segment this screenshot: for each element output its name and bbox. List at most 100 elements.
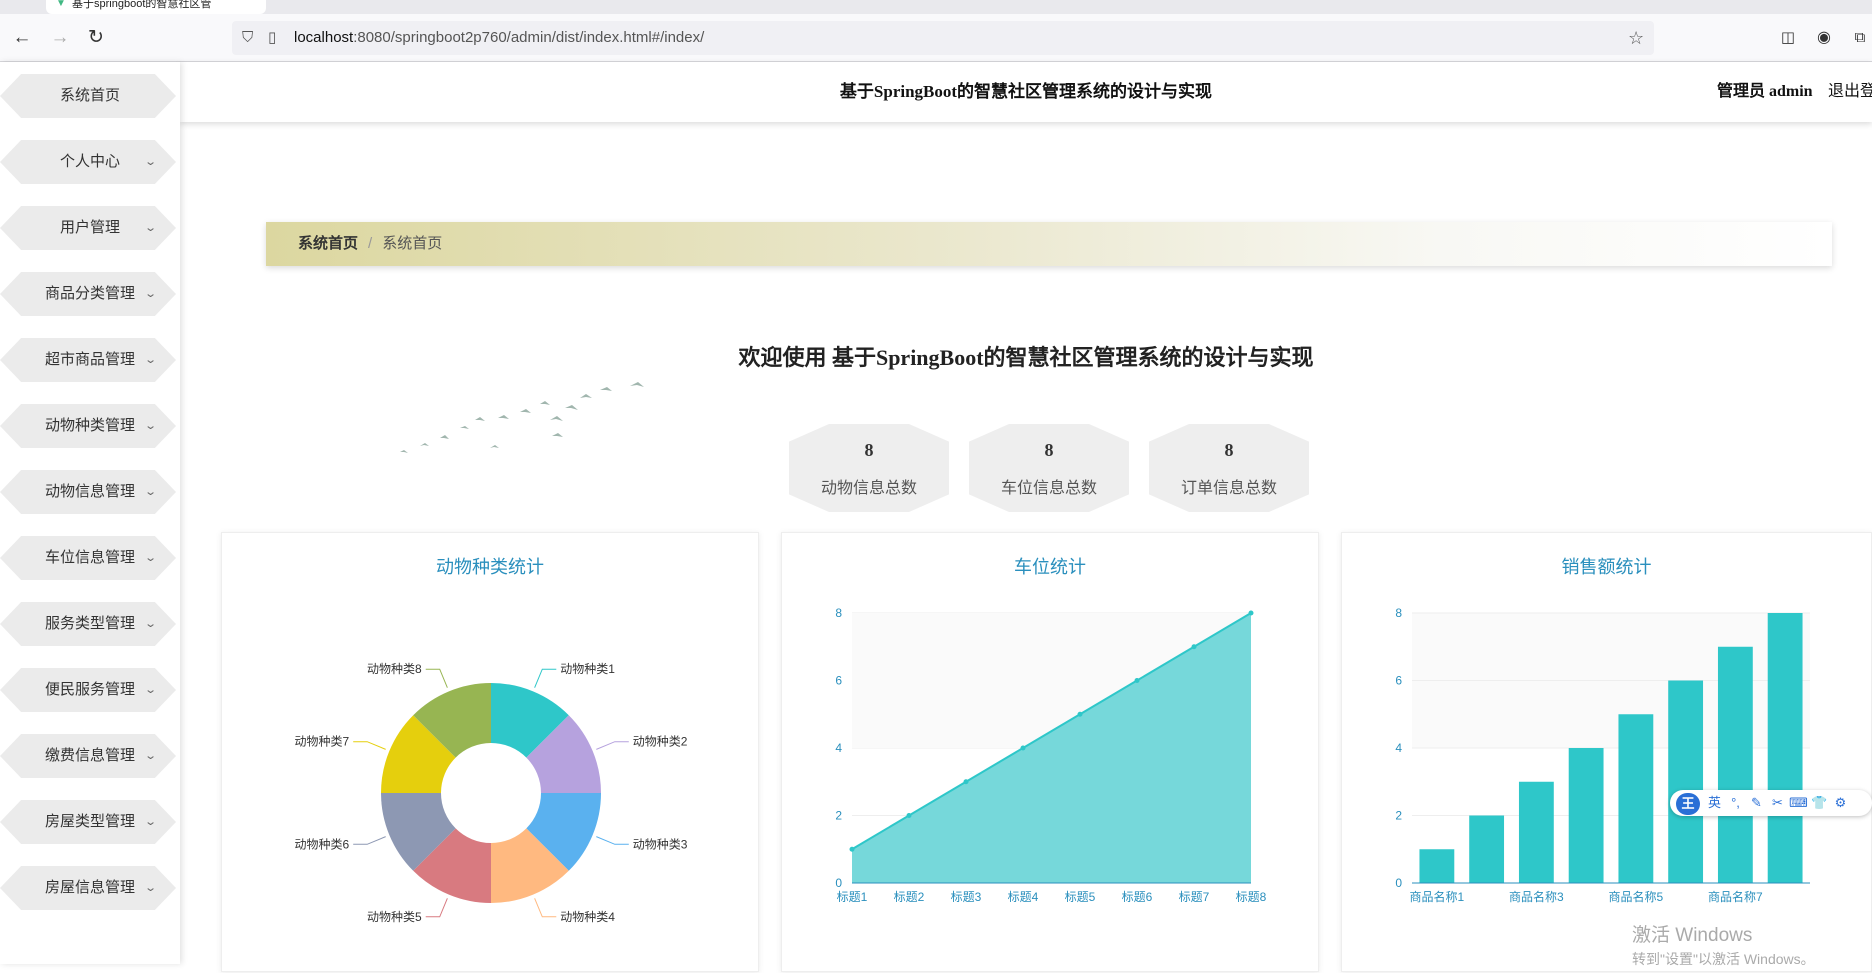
sidebar-item[interactable]: 动物信息管理 ⌄ xyxy=(0,464,180,520)
data-point xyxy=(1077,711,1083,717)
pie-label-line xyxy=(425,898,448,918)
chevron-down-icon[interactable]: ⌄ xyxy=(144,860,157,916)
chevron-down-icon[interactable]: ⌄ xyxy=(144,596,157,652)
shield-icon[interactable]: ⛉ xyxy=(242,21,253,55)
y-tick-label: 8 xyxy=(835,606,842,620)
data-point xyxy=(1191,644,1197,650)
y-tick-label: 0 xyxy=(1395,876,1402,890)
sales-bar-chart: 0 2 4 6 8 商品名称1 商品名称3 商品名称5 商品名称7 xyxy=(1395,606,1810,904)
pie-label-line xyxy=(596,741,629,750)
sidebar-item[interactable]: 服务类型管理 ⌄ xyxy=(0,596,180,652)
ime-toolbar[interactable]: 王英 °, ✎ ✂ ⌨ 👕 ⚙ xyxy=(1670,790,1872,816)
sidebar-item[interactable]: 超市商品管理 ⌄ xyxy=(0,332,180,388)
settings-gear-icon[interactable]: ⚙ xyxy=(1830,790,1851,816)
windows-activation-watermark: 激活 Windows 转到"设置"以激活 Windows。 xyxy=(1632,920,1815,969)
y-tick-label: 4 xyxy=(1395,741,1402,755)
y-tick-label: 0 xyxy=(835,876,842,890)
chevron-down-icon[interactable]: ⌄ xyxy=(144,398,157,454)
stat-label: 订单信息总数 xyxy=(1180,480,1277,497)
sidebar-item[interactable]: 动物种类管理 ⌄ xyxy=(0,398,180,454)
sidebar-item[interactable]: 便民服务管理 ⌄ xyxy=(0,662,180,718)
bar xyxy=(1668,680,1704,883)
account-icon[interactable]: ◉ xyxy=(1810,24,1838,52)
pie-label: 动物种类8 xyxy=(367,662,422,676)
scissors-icon[interactable]: ✂ xyxy=(1767,790,1788,816)
x-tick-label: 标题8 xyxy=(1236,890,1267,904)
welcome-text: 欢迎使用 基于SpringBoot的智慧社区管理系统的设计与实现 xyxy=(738,345,1314,370)
skin-icon[interactable]: 👕 xyxy=(1809,790,1830,816)
x-tick-label: 标题1 xyxy=(837,890,868,904)
sales-chart-card: 0 2 4 6 8 商品名称1 商品名称3 商品名称5 商品名称7 销售额统计 xyxy=(1341,532,1872,972)
pie-label: 动物种类5 xyxy=(367,910,422,924)
pie-label: 动物种类3 xyxy=(633,837,688,851)
parking-area-chart: 0 2 4 6 8 标题1 标题2 标题3 标题4 标题5 标题6 标题7 标题8 xyxy=(835,606,1267,904)
sidebar-item[interactable]: 房屋类型管理 ⌄ xyxy=(0,794,180,850)
stat-hexagon xyxy=(1149,424,1309,512)
star-icon[interactable]: ☆ xyxy=(1628,21,1644,55)
bar xyxy=(1419,849,1455,883)
chevron-down-icon[interactable]: ⌄ xyxy=(144,728,157,784)
chevron-down-icon[interactable]: ⌄ xyxy=(144,266,157,322)
reload-icon[interactable]: ↻ xyxy=(82,24,110,52)
x-tick-label: 商品名称3 xyxy=(1509,889,1564,904)
bar xyxy=(1767,613,1803,883)
ime-language-toggle[interactable]: 英 xyxy=(1704,790,1725,816)
y-tick-label: 2 xyxy=(1395,809,1402,823)
animal-type-donut-chart: 动物种类1 动物种类2 动物种类3 动物种类4 动物种类5 动物种类6 动物种类7 动物种类8 xyxy=(295,662,688,924)
sidebar-item[interactable]: 系统首页 xyxy=(0,68,180,124)
extensions-icon[interactable]: ⧉ xyxy=(1846,24,1872,52)
watermark-line1: 激活 Windows xyxy=(1632,925,1753,946)
sidebar-item[interactable]: 用户管理 ⌄ xyxy=(0,200,180,256)
sidebar-item-label: 系统首页 xyxy=(59,87,120,104)
keyboard-icon[interactable]: ⌨ xyxy=(1788,790,1809,816)
vue-favicon-icon: ▼ xyxy=(56,0,66,9)
chevron-down-icon[interactable]: ⌄ xyxy=(144,134,157,190)
chevron-down-icon[interactable]: ⌄ xyxy=(144,530,157,586)
system-title: 基于SpringBoot的智慧社区管理系统的设计与实现 xyxy=(839,82,1213,101)
parking-chart-card: 0 2 4 6 8 标题1 标题2 标题3 标题4 标题5 标题6 标题7 标题8 车位统计 xyxy=(781,532,1319,972)
browser-tab[interactable]: ▼ 基于springboot的智慧社区管 xyxy=(46,0,266,14)
tab-strip: ▼ 基于springboot的智慧社区管 xyxy=(0,0,1872,14)
chart-title: 动物种类统计 xyxy=(436,557,544,577)
chevron-down-icon[interactable]: ⌄ xyxy=(144,332,157,388)
chart-title: 车位统计 xyxy=(1014,557,1086,577)
chevron-down-icon[interactable]: ⌄ xyxy=(144,464,157,520)
tab-title: 基于springboot的智慧社区管 xyxy=(72,0,212,10)
y-tick-label: 2 xyxy=(835,809,842,823)
birds-decoration xyxy=(400,382,644,453)
stat-label: 车位信息总数 xyxy=(1000,480,1097,497)
sidebar-item[interactable]: 缴费信息管理 ⌄ xyxy=(0,728,180,784)
logout-button[interactable]: 退出登录 xyxy=(1828,62,1872,122)
chevron-down-icon[interactable]: ⌄ xyxy=(144,200,157,256)
pie-label-line xyxy=(534,898,557,918)
sidebar-item[interactable]: 商品分类管理 ⌄ xyxy=(0,266,180,322)
x-tick-label: 标题6 xyxy=(1122,890,1153,904)
forward-icon[interactable]: → xyxy=(46,24,74,52)
stat-animal-count: 8 动物信息总数 xyxy=(789,424,949,512)
sidebar-item[interactable]: 个人中心 ⌄ xyxy=(0,134,180,190)
chevron-down-icon[interactable]: ⌄ xyxy=(144,794,157,850)
ime-logo-icon[interactable]: 王 xyxy=(1676,792,1700,815)
watermark-line2: 转到"设置"以激活 Windows。 xyxy=(1632,951,1815,967)
bar xyxy=(1717,646,1753,883)
bar xyxy=(1618,714,1654,883)
bar xyxy=(1469,815,1505,883)
punctuation-icon[interactable]: °, xyxy=(1725,790,1746,816)
pen-icon[interactable]: ✎ xyxy=(1746,790,1767,816)
url-text[interactable]: localhost:8080/springboot2p760/admin/dis… xyxy=(294,21,704,55)
x-tick-label: 标题5 xyxy=(1065,890,1096,904)
breadcrumb-home-link[interactable]: 系统首页 xyxy=(298,235,358,252)
url-bar[interactable]: ⛉ ▯ localhost:8080/springboot2p760/admin… xyxy=(232,21,1654,55)
chevron-down-icon[interactable]: ⌄ xyxy=(144,662,157,718)
stat-order-count: 8 订单信息总数 xyxy=(1149,424,1309,512)
sidebar-item[interactable]: 车位信息管理 ⌄ xyxy=(0,530,180,586)
back-icon[interactable]: ← xyxy=(8,24,36,52)
x-tick-label: 标题7 xyxy=(1179,890,1210,904)
pocket-icon[interactable]: ◫ xyxy=(1774,24,1802,52)
sidebar-item[interactable]: 房屋信息管理 ⌄ xyxy=(0,860,180,916)
browser-toolbar: ← → ↻ ⛉ ▯ localhost:8080/springboot2p760… xyxy=(0,14,1872,62)
pie-label-line xyxy=(353,741,386,750)
url-path: :8080/springboot2p760/admin/dist/index.h… xyxy=(353,29,705,46)
pie-label: 动物种类4 xyxy=(560,910,615,924)
page-icon[interactable]: ▯ xyxy=(268,21,276,55)
